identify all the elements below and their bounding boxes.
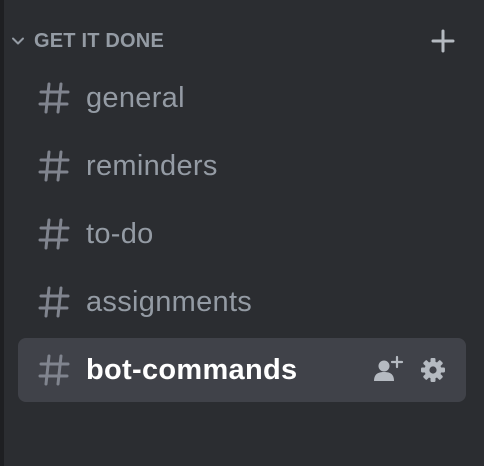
chevron-down-icon[interactable] [10, 33, 26, 49]
hash-icon [36, 352, 72, 388]
hash-icon [36, 284, 72, 320]
channel-item-general[interactable]: general [18, 66, 466, 130]
category-header[interactable]: GET IT DONE [10, 24, 458, 58]
panel-left-divider [0, 0, 4, 466]
hash-icon [36, 80, 72, 116]
plus-icon[interactable] [428, 26, 458, 56]
channel-name: reminders [86, 149, 218, 182]
channel-item-bot-commands[interactable]: bot-commands [18, 338, 466, 402]
channel-item-reminders[interactable]: reminders [18, 134, 466, 198]
channel-list-panel: GET IT DONE general reminders to-do assi… [0, 0, 484, 466]
channel-name: assignments [86, 285, 253, 318]
category-label: GET IT DONE [34, 29, 164, 52]
channel-item-assignments[interactable]: assignments [18, 270, 466, 334]
channel-name: bot-commands [86, 353, 298, 386]
hash-icon [36, 148, 72, 184]
add-member-icon[interactable] [372, 354, 406, 386]
hash-icon [36, 216, 72, 252]
settings-gear-icon[interactable] [416, 354, 450, 386]
channel-item-to-do[interactable]: to-do [18, 202, 466, 266]
channel-name: to-do [86, 217, 154, 250]
channel-actions [372, 354, 450, 386]
channel-name: general [86, 81, 185, 114]
